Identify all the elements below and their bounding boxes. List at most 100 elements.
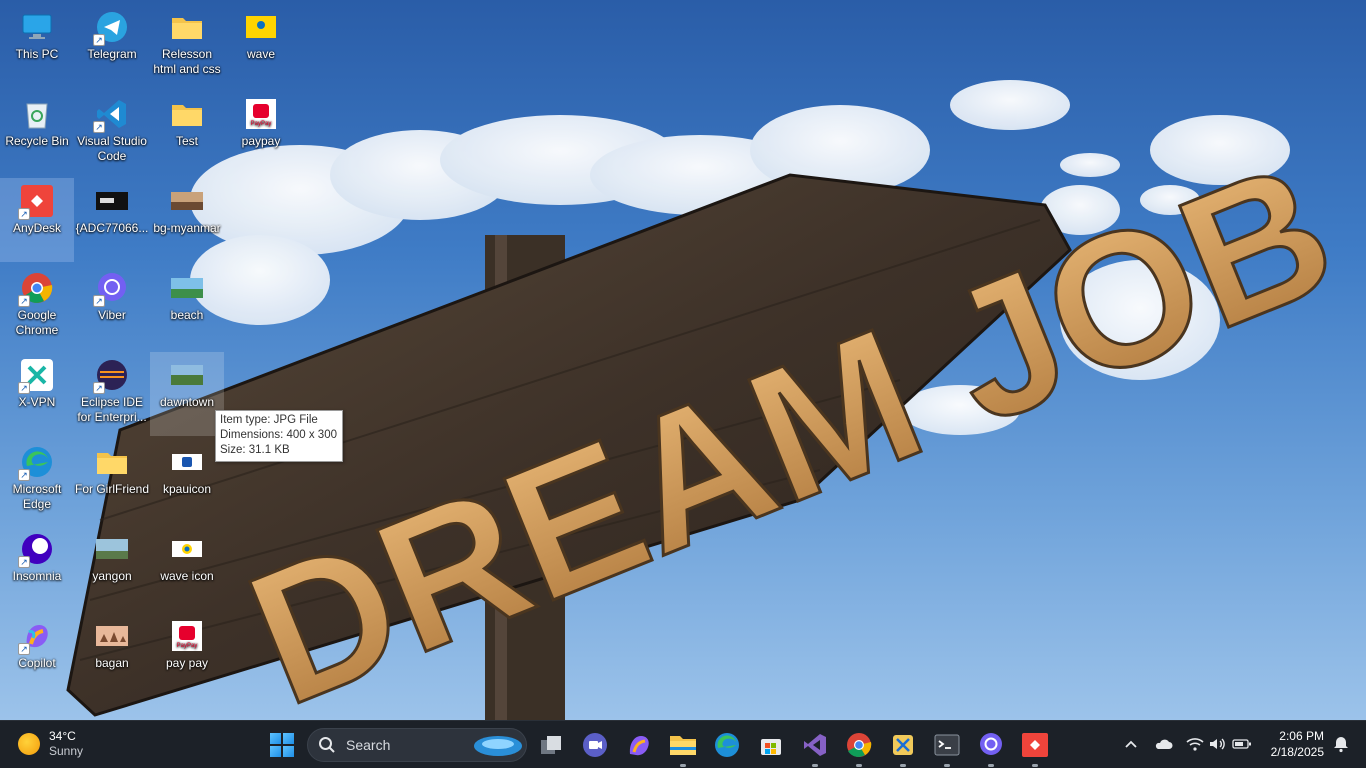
desktop-icon-adc-image[interactable]: {ADC77066...: [75, 178, 149, 262]
desktop-icon-wave[interactable]: wave: [224, 4, 298, 88]
running-indicator: [988, 764, 994, 767]
desktop-icon-test-folder[interactable]: Test: [150, 91, 224, 175]
taskbar-search-box[interactable]: Search: [307, 728, 527, 762]
desktop-icon-for-girlfriend[interactable]: For GirlFriend: [75, 439, 149, 523]
taskbar-meet-button[interactable]: [580, 730, 610, 760]
taskbar-anydesk-button[interactable]: [1020, 730, 1050, 767]
search-highlight-icon: [474, 736, 522, 756]
icon-label: yangon: [92, 569, 132, 583]
viber-icon: ↗: [93, 271, 129, 307]
weather-widget[interactable]: 34°C Sunny: [18, 729, 83, 759]
shortcut-arrow-icon: ↗: [93, 295, 105, 307]
tooltip-dimensions: Dimensions: 400 x 300: [220, 429, 337, 441]
desktop-icon-vscode[interactable]: ↗ Visual Studio Code: [75, 91, 149, 175]
desktop-icon-copilot[interactable]: ↗ Copilot: [0, 613, 74, 697]
desktop-icon-wave-icon[interactable]: wave icon: [150, 526, 224, 610]
clock-date: 2/18/2025: [1270, 745, 1324, 759]
terminal-icon: [934, 734, 960, 756]
paypay-icon: PayPay: [170, 619, 204, 653]
desktop-icon-beach[interactable]: beach: [150, 265, 224, 349]
running-indicator: [812, 764, 818, 767]
desktop-icon-pay-pay[interactable]: PayPay pay pay: [150, 613, 224, 697]
task-view-button[interactable]: [536, 730, 566, 760]
notifications-button[interactable]: [1330, 733, 1352, 755]
battery-icon: [1232, 739, 1251, 749]
shortcut-arrow-icon: ↗: [93, 382, 105, 394]
tooltip-item-type: Item type: JPG File: [220, 414, 318, 426]
battery-button[interactable]: [1231, 733, 1253, 755]
desktop-icon-eclipse[interactable]: ↗ Eclipse IDE for Enterpri...: [75, 352, 149, 436]
desktop-icon-dawntown[interactable]: dawntown: [150, 352, 224, 436]
desktop-icon-bg-myanmar[interactable]: bg-myanmar: [150, 178, 224, 262]
visual-studio-icon: [804, 734, 826, 756]
shortcut-arrow-icon: ↗: [18, 295, 30, 307]
desktop-icon-google-chrome[interactable]: ↗ Google Chrome: [0, 265, 74, 349]
insomnia-icon: ↗: [18, 532, 54, 568]
desktop-icon-yangon[interactable]: yangon: [75, 526, 149, 610]
icon-label: wave: [246, 47, 275, 61]
icon-label: Google Chrome: [15, 308, 59, 337]
volume-button[interactable]: [1207, 733, 1229, 755]
viber-icon: [980, 733, 1002, 755]
taskbar-viber-button[interactable]: [976, 730, 1006, 767]
folder-icon: [170, 10, 204, 44]
shortcut-arrow-icon: ↗: [93, 121, 105, 133]
desktop-icon-xvpn[interactable]: ↗ X-VPN: [0, 352, 74, 436]
taskbar-chrome-button[interactable]: [844, 730, 874, 767]
desktop-icon-telegram[interactable]: ↗ Telegram: [75, 4, 149, 88]
taskbar-copilot-button[interactable]: [624, 730, 654, 760]
running-indicator: [900, 764, 906, 767]
desktop-icon-kpauicon[interactable]: kpauicon: [150, 439, 224, 523]
taskbar-store-button[interactable]: [756, 730, 786, 760]
svg-text:PayPay: PayPay: [177, 643, 198, 649]
taskbar-edge-button[interactable]: [712, 730, 742, 760]
wifi-icon: [1186, 738, 1204, 751]
icon-label: Viber: [98, 308, 126, 322]
start-button[interactable]: [270, 733, 294, 757]
icon-label: bg-myanmar: [153, 221, 221, 235]
folder-icon: [170, 97, 204, 131]
onedrive-button[interactable]: [1152, 733, 1174, 755]
show-hidden-icons-button[interactable]: [1120, 733, 1142, 755]
icon-label: kpauicon: [162, 482, 212, 496]
icon-label: pay pay: [165, 656, 209, 670]
anydesk-icon: [1022, 733, 1048, 757]
icon-label: paypay: [241, 134, 281, 148]
search-icon: [319, 737, 335, 753]
desktop-icon-microsoft-edge[interactable]: ↗ Microsoft Edge: [0, 439, 74, 523]
task-view-icon: [541, 736, 561, 754]
taskbar-visual-studio-button[interactable]: [800, 730, 830, 767]
icon-label: Test: [175, 134, 198, 148]
image-file-icon: [170, 358, 204, 392]
network-button[interactable]: [1184, 733, 1206, 755]
anydesk-icon: ↗: [18, 184, 54, 220]
desktop-icon-paypay[interactable]: PayPay paypay: [224, 91, 298, 175]
taskbar-terminal-button[interactable]: [932, 730, 962, 767]
icon-label: Eclipse IDE for Enterpri...: [77, 395, 147, 424]
icon-label: AnyDesk: [12, 221, 62, 235]
wave-icon: [244, 10, 278, 44]
desktop-icon-viber[interactable]: ↗ Viber: [75, 265, 149, 349]
desktop-icon-insomnia[interactable]: ↗ Insomnia: [0, 526, 74, 610]
desktop-icon-anydesk[interactable]: ↗ AnyDesk: [0, 178, 74, 262]
image-file-icon: [95, 184, 129, 218]
system-clock[interactable]: 2:06 PM 2/18/2025: [1262, 728, 1324, 760]
taskbar-file-explorer-button[interactable]: [668, 730, 698, 767]
desktop-icon-relesson-folder[interactable]: Relesson html and css: [150, 4, 224, 88]
chrome-icon: [847, 733, 872, 757]
taskbar-snipping-tool-button[interactable]: [888, 730, 918, 767]
image-file-icon: [170, 532, 204, 566]
taskbar: 34°C Sunny Search 2:06 PM 2/18/2025: [0, 720, 1366, 768]
icon-label: X-VPN: [18, 395, 56, 409]
paypay-icon: PayPay: [244, 97, 278, 131]
vscode-icon: ↗: [93, 97, 129, 133]
icon-label: Copilot: [18, 656, 56, 670]
icon-label: Insomnia: [12, 569, 62, 583]
windows-logo-icon: [270, 733, 281, 744]
desktop-icon-bagan[interactable]: bagan: [75, 613, 149, 697]
icon-label: beach: [170, 308, 204, 322]
icon-label: This PC: [15, 47, 59, 61]
desktop-icon-recycle-bin[interactable]: Recycle Bin: [0, 91, 74, 175]
shortcut-arrow-icon: ↗: [18, 208, 30, 220]
desktop-icon-this-pc[interactable]: This PC: [0, 4, 74, 88]
